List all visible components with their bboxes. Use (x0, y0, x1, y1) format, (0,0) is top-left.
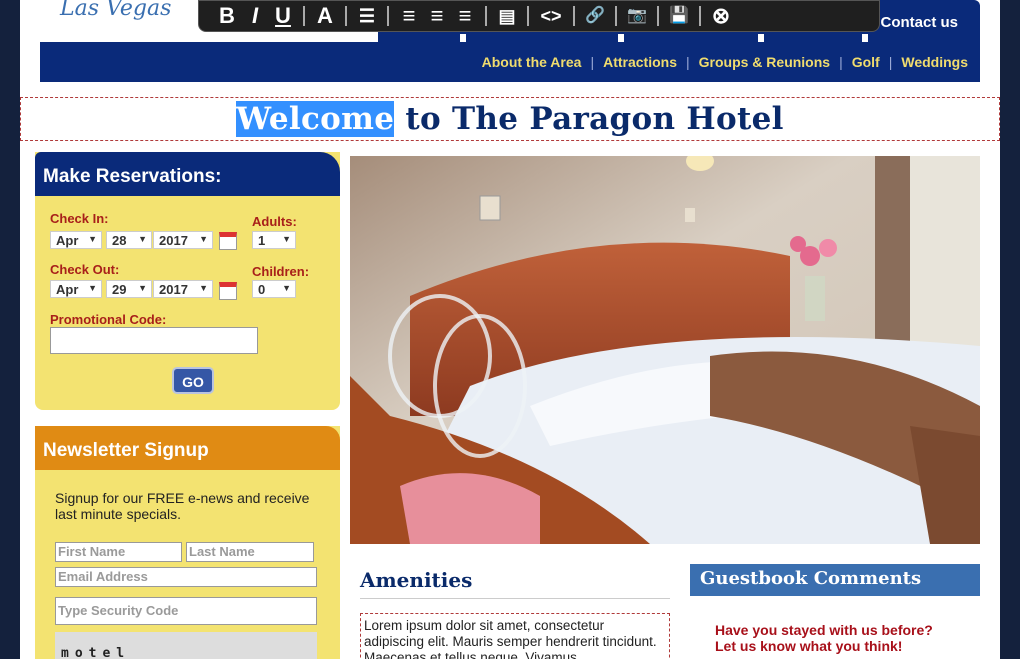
amenities-text-editable[interactable]: Lorem ipsum dolor sit amet, consectetur … (360, 613, 670, 659)
reservation-heading: Make Reservations: (35, 152, 340, 196)
reservation-panel: Make Reservations: Check In: Apr ▼ 28 ▼ 20… (35, 152, 340, 410)
newsletter-description: Signup for our FREE e-news and receive l… (55, 490, 310, 522)
check-out-month-select[interactable]: Apr ▼ (50, 280, 102, 298)
underline-icon[interactable]: U (269, 1, 297, 31)
bulleted-list-icon[interactable]: ☰ (353, 1, 381, 31)
bold-icon[interactable]: B (213, 1, 241, 31)
last-name-input[interactable]: Last Name (186, 542, 314, 562)
amenities-heading: Amenities (360, 568, 473, 592)
close-icon[interactable]: ⊗ (707, 1, 735, 31)
check-out-calendar-icon[interactable] (219, 282, 237, 300)
italic-icon[interactable]: I (241, 1, 269, 31)
security-code-input[interactable]: Type Security Code (55, 597, 317, 625)
nav-attractions[interactable]: Attractions (603, 54, 677, 70)
newsletter-panel: Newsletter Signup Signup for our FREE e-… (35, 426, 340, 659)
newsletter-heading: Newsletter Signup (35, 426, 340, 470)
check-out-label: Check Out: (50, 262, 120, 277)
source-code-icon[interactable]: <> (535, 1, 567, 31)
check-in-year-select[interactable]: 2017 ▼ (153, 231, 213, 249)
adults-select[interactable]: 1 ▼ (252, 231, 296, 249)
nav-weddings[interactable]: Weddings (901, 54, 968, 70)
nav-about-area[interactable]: About the Area (482, 54, 582, 70)
promo-code-label: Promotional Code: (50, 312, 167, 327)
selected-title-word: Welcome (236, 101, 395, 137)
nav-golf[interactable]: Golf (852, 54, 880, 70)
amenities-divider (360, 598, 670, 599)
align-right-icon[interactable]: ≡ (451, 1, 479, 31)
check-out-year-select[interactable]: 2017 ▼ (153, 280, 213, 298)
first-name-input[interactable]: First Name (55, 542, 182, 562)
guestbook-line-2: Let us know what you think! (715, 638, 903, 654)
guestbook-heading: Guestbook Comments (690, 564, 980, 596)
children-select[interactable]: 0 ▼ (252, 280, 296, 298)
go-button[interactable]: GO (172, 367, 214, 394)
contact-us-link[interactable]: Contact us (880, 14, 958, 31)
nav-groups-reunions[interactable]: Groups & Reunions (699, 54, 830, 70)
page: Las Vegas Contact us About the Area | Att… (20, 0, 1000, 659)
paragraph-format-icon[interactable]: ▤ (493, 1, 521, 31)
insert-image-icon[interactable]: 📷 (623, 1, 651, 31)
editor-toolbar: B I U A ☰ ≡ ≡ ≡ ▤ <> 🔗 📷 💾 ⊗ (198, 0, 880, 32)
page-title: to The Paragon Hotel (394, 101, 784, 137)
captcha-image: motel (55, 632, 317, 659)
guestbook-line-1: Have you stayed with us before? (715, 622, 933, 638)
hotel-room-photo (350, 156, 980, 544)
check-in-calendar-icon[interactable] (219, 232, 237, 250)
align-left-icon[interactable]: ≡ (395, 1, 423, 31)
adults-label: Adults: (252, 214, 297, 229)
check-in-month-select[interactable]: Apr ▼ (50, 231, 102, 249)
logo: Las Vegas (60, 0, 172, 21)
page-title-editable[interactable]: Welcome to The Paragon Hotel (20, 97, 1000, 141)
align-center-icon[interactable]: ≡ (423, 1, 451, 31)
check-in-label: Check In: (50, 211, 109, 226)
children-label: Children: (252, 264, 310, 279)
check-out-day-select[interactable]: 29 ▼ (106, 280, 152, 298)
email-input[interactable]: Email Address (55, 567, 317, 587)
guestbook-prompt: Have you stayed with us before? Let us k… (715, 622, 933, 654)
promo-code-input[interactable] (50, 327, 258, 354)
link-icon[interactable]: 🔗 (581, 1, 609, 31)
check-in-day-select[interactable]: 28 ▼ (106, 231, 152, 249)
font-color-icon[interactable]: A (311, 1, 339, 31)
main-nav: About the Area | Attractions | Groups & Re… (40, 42, 980, 82)
save-icon[interactable]: 💾 (665, 1, 693, 31)
